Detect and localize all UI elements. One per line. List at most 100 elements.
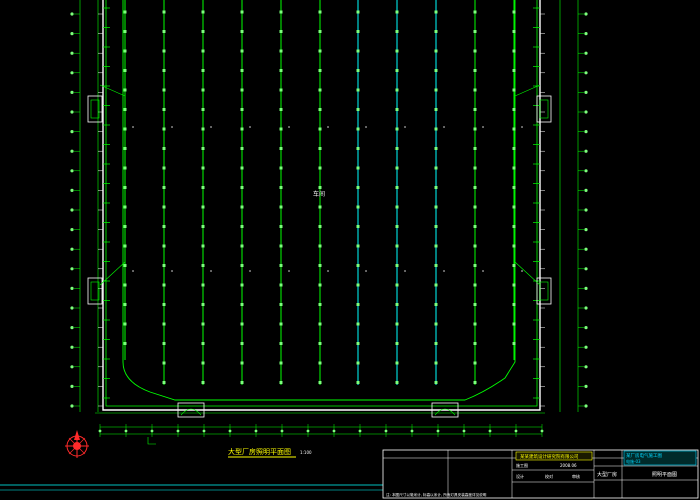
- axis-bubble: [584, 326, 588, 330]
- light-fixture: [356, 10, 360, 14]
- axis-bubble: [584, 247, 588, 251]
- light-fixture: [162, 147, 166, 150]
- light-fixture: [162, 10, 166, 14]
- light-fixture: [395, 342, 399, 345]
- fixture-tag: x: [365, 269, 367, 273]
- light-fixture: [512, 10, 516, 14]
- light-fixture: [434, 69, 438, 72]
- fixture-tag: x: [327, 269, 329, 273]
- light-fixture: [162, 264, 166, 267]
- light-fixture: [123, 10, 127, 14]
- light-fixture: [473, 205, 477, 209]
- light-fixture: [512, 264, 516, 267]
- axis-bubble: [584, 286, 588, 290]
- light-fixture: [279, 30, 283, 33]
- light-fixture: [162, 49, 166, 53]
- title-sheet-no: 电施-03: [626, 458, 641, 464]
- title-footer-note: 注: 本图尺寸以毫米计, 标高以米计, 所有灯具安装高度详见说明: [386, 492, 487, 497]
- light-fixture: [356, 303, 360, 306]
- light-fixture: [434, 166, 438, 170]
- light-fixture: [123, 127, 127, 131]
- light-fixture: [512, 225, 516, 228]
- dimension-bubble: [254, 429, 258, 433]
- light-fixture: [434, 127, 438, 131]
- light-fixture: [240, 225, 244, 228]
- light-fixture: [434, 342, 438, 345]
- light-fixture: [473, 225, 477, 228]
- axis-bubble: [584, 130, 588, 134]
- light-fixture: [279, 10, 283, 14]
- light-fixture: [434, 49, 438, 53]
- title-check-label: 校对: [545, 473, 553, 479]
- light-fixture: [201, 381, 205, 384]
- light-fixture: [201, 322, 205, 326]
- light-fixture: [473, 342, 477, 345]
- light-fixture: [279, 322, 283, 326]
- light-fixture: [162, 88, 166, 92]
- light-fixture: [512, 322, 516, 326]
- light-fixture: [356, 127, 360, 131]
- light-fixture: [201, 303, 205, 306]
- fixture-tag: x: [132, 269, 134, 273]
- light-fixture: [512, 127, 516, 131]
- dimension-bubble: [150, 429, 154, 433]
- axis-bubble: [70, 169, 74, 173]
- axis-bubble: [584, 31, 588, 36]
- light-fixture: [434, 10, 438, 14]
- light-fixture: [356, 361, 360, 365]
- light-fixture: [434, 205, 438, 209]
- axis-bubble: [584, 110, 588, 114]
- light-fixture: [279, 166, 283, 170]
- light-fixture: [123, 186, 127, 189]
- light-fixture: [123, 342, 127, 345]
- light-fixture: [512, 283, 516, 287]
- title-design-label: 设计: [516, 473, 524, 479]
- light-fixture: [162, 205, 166, 209]
- light-fixture: [162, 342, 166, 345]
- light-fixture: [279, 205, 283, 209]
- light-fixture: [123, 108, 127, 111]
- light-fixture: [201, 342, 205, 345]
- light-fixture: [356, 186, 360, 189]
- light-fixture: [473, 10, 477, 14]
- fixture-tag: x: [210, 269, 212, 273]
- light-fixture: [512, 342, 516, 345]
- dimension-bubble: [176, 429, 180, 433]
- light-fixture: [395, 303, 399, 306]
- light-fixture: [318, 127, 322, 131]
- fixture-tag: x: [327, 125, 329, 129]
- light-fixture: [434, 381, 438, 384]
- light-fixture: [434, 147, 438, 150]
- light-fixture: [162, 127, 166, 131]
- light-fixture: [318, 264, 322, 267]
- light-fixture: [318, 147, 322, 150]
- light-fixture: [395, 361, 399, 365]
- light-fixture: [395, 30, 399, 33]
- axis-bubble: [70, 90, 74, 94]
- light-fixture: [318, 49, 322, 53]
- light-fixture: [162, 322, 166, 326]
- light-fixture: [201, 108, 205, 111]
- light-fixture: [318, 361, 322, 365]
- light-fixture: [395, 166, 399, 170]
- light-fixture: [434, 186, 438, 189]
- fixture-tag: x: [443, 125, 445, 129]
- axis-bubble: [584, 149, 588, 153]
- light-fixture: [395, 127, 399, 131]
- light-fixture: [512, 166, 516, 170]
- light-fixture: [356, 108, 360, 111]
- light-fixture: [279, 361, 283, 365]
- light-fixture: [123, 30, 127, 33]
- light-fixture: [279, 147, 283, 150]
- axis-bubble: [70, 188, 74, 192]
- dimension-bubble: [436, 429, 440, 433]
- fixture-tag: x: [132, 125, 134, 129]
- light-fixture: [201, 10, 205, 14]
- light-fixture: [318, 10, 322, 14]
- light-fixture: [356, 244, 360, 248]
- light-fixture: [201, 205, 205, 209]
- light-fixture: [123, 205, 127, 209]
- title-approve-label: 审核: [572, 473, 580, 479]
- dimension-bubble: [280, 429, 284, 433]
- light-fixture: [473, 303, 477, 306]
